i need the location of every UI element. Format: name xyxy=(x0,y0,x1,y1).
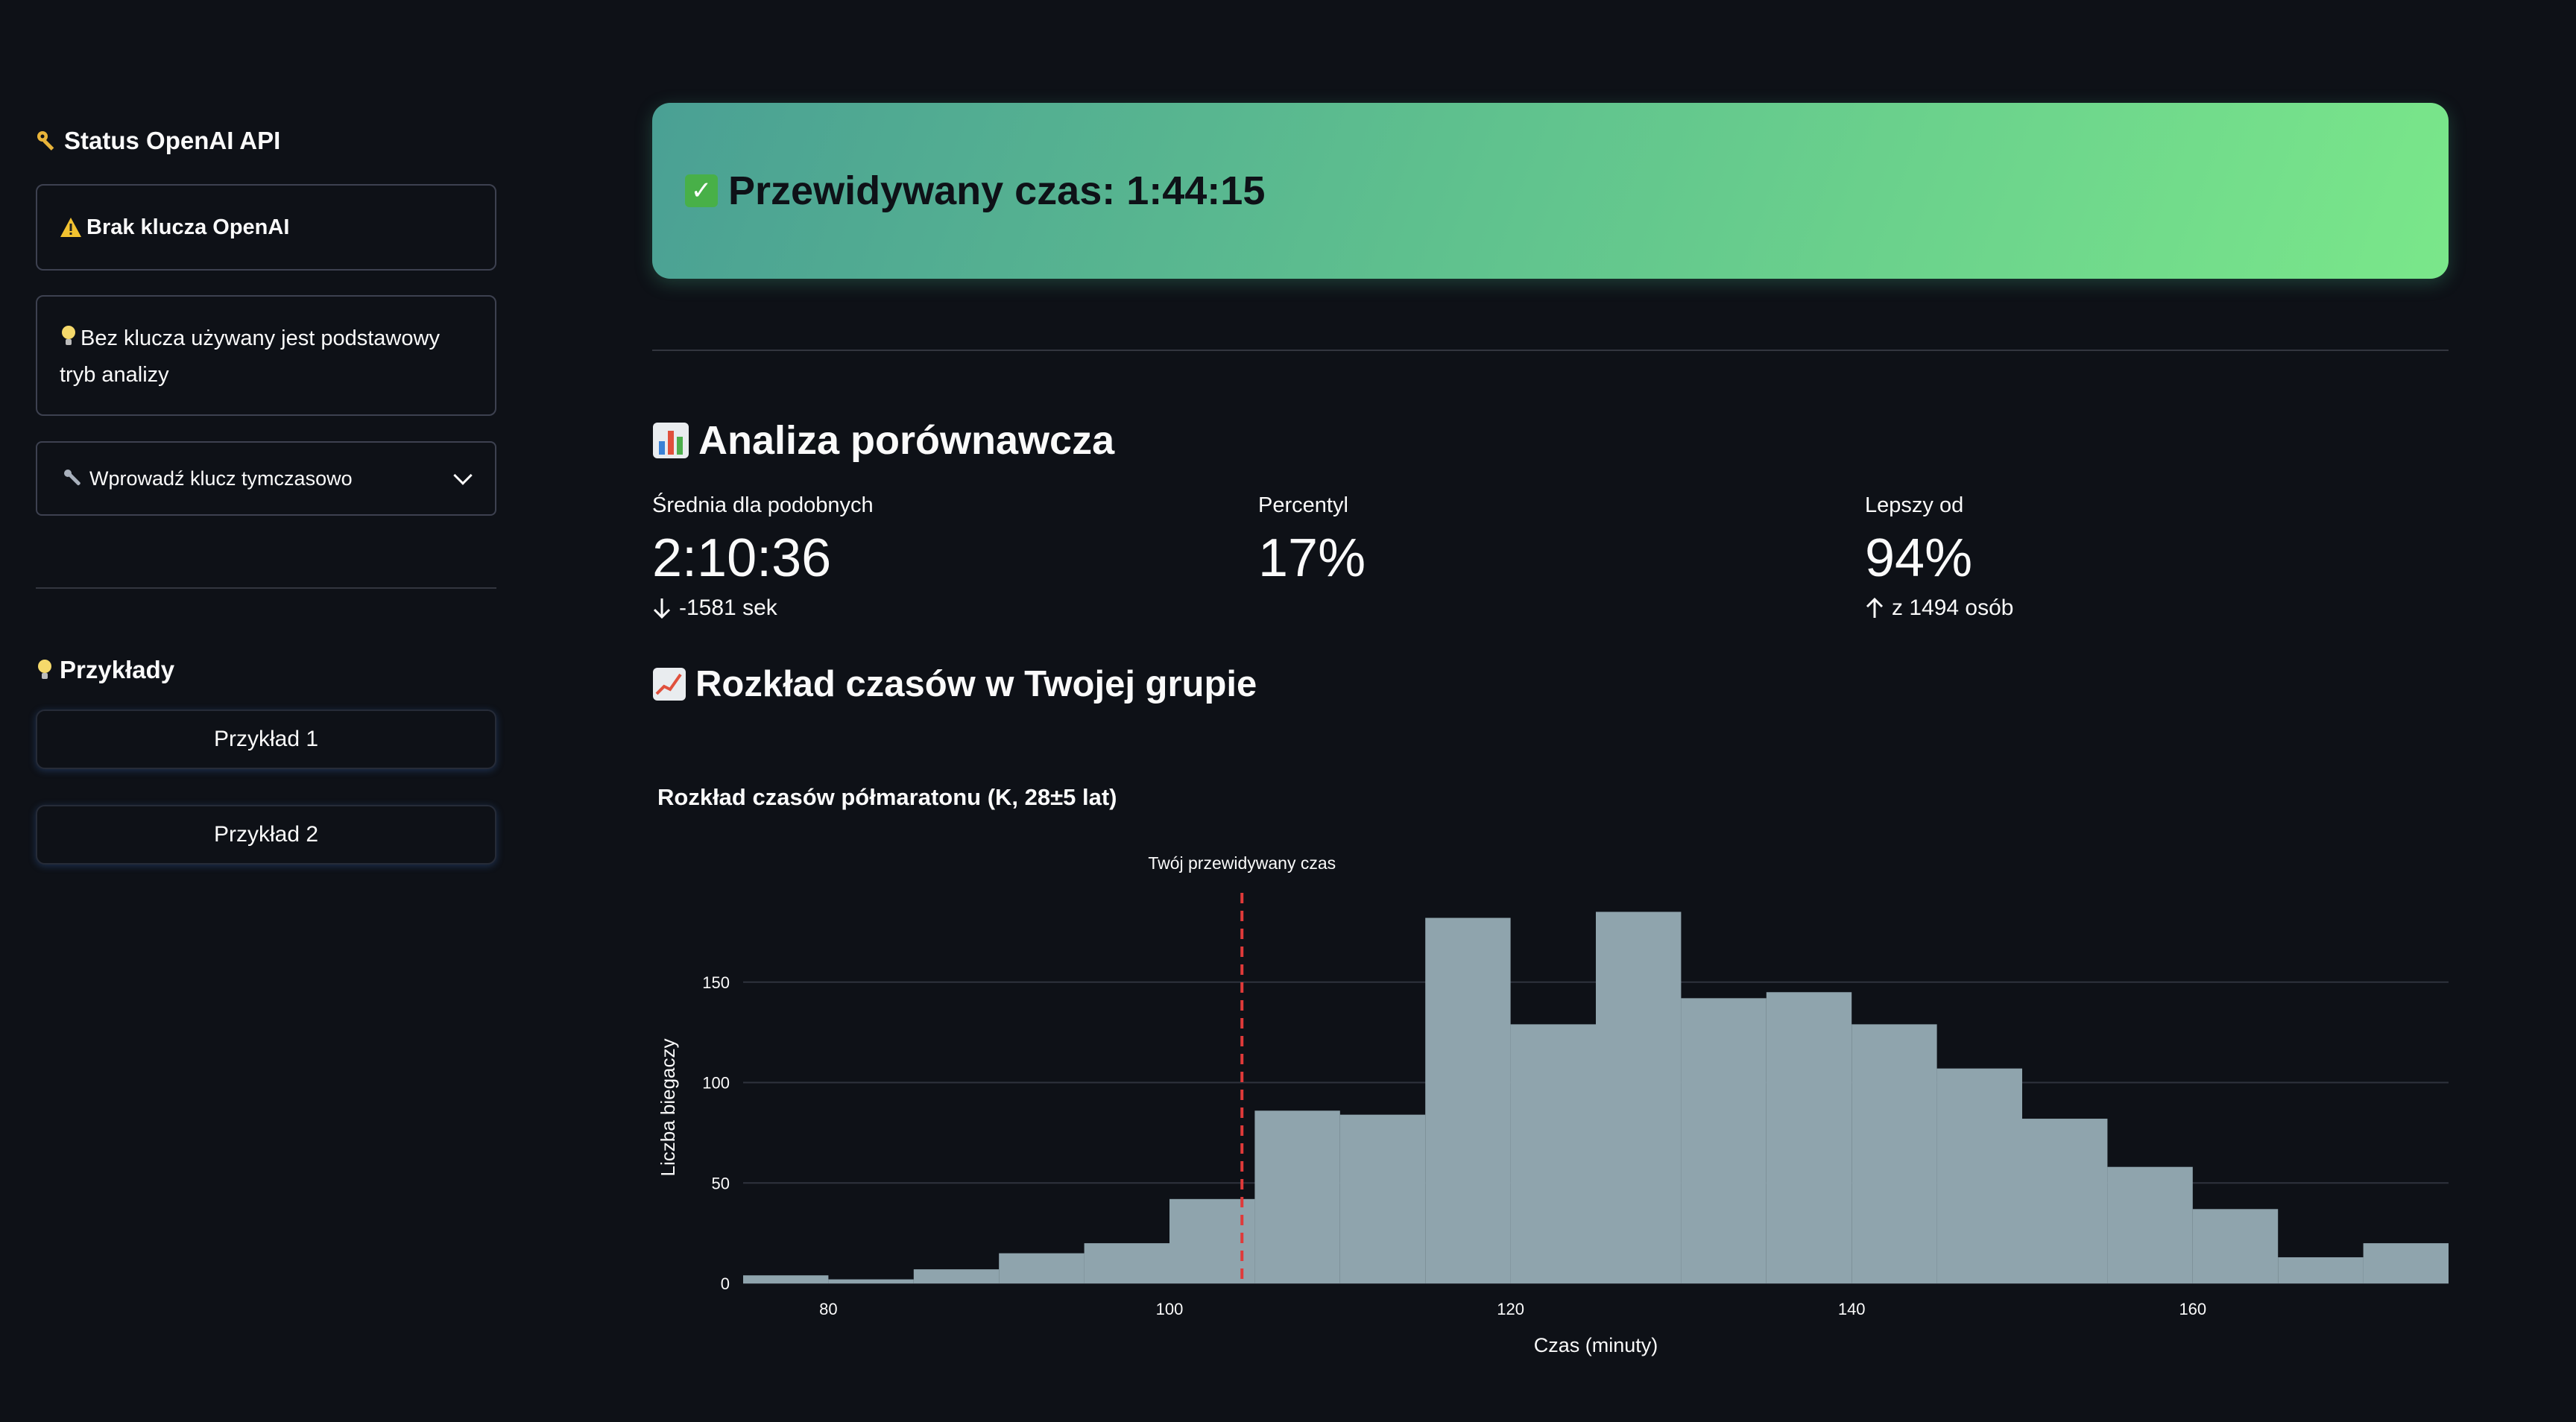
x-tick-label: 140 xyxy=(1838,1300,1866,1318)
warning-icon xyxy=(60,218,81,237)
histogram-bar xyxy=(828,1279,914,1283)
histogram-bar xyxy=(2107,1166,2193,1283)
histogram-bar xyxy=(743,1275,829,1283)
x-tick-label: 120 xyxy=(1497,1300,1524,1318)
distribution-heading-text: Rozkład czasów w Twojej grupie xyxy=(695,664,1257,704)
x-tick-label: 160 xyxy=(2179,1300,2206,1318)
x-tick-label: 80 xyxy=(819,1300,837,1318)
api-key-warning-text: Brak klucza OpenAI xyxy=(86,215,290,239)
sidebar: Status OpenAI API Brak klucza OpenAI Bez… xyxy=(0,0,529,1422)
lightbulb-icon xyxy=(62,326,75,345)
prediction-text: Przewidywany czas: 1:44:15 xyxy=(728,168,1266,213)
api-status-heading: Status OpenAI API xyxy=(36,127,280,155)
y-axis-label: Liczba biegaczy xyxy=(657,1039,679,1177)
x-axis-label: Czas (minuty) xyxy=(1534,1334,1658,1356)
check-mark-icon: ✓ xyxy=(685,174,718,207)
distribution-heading: Rozkład czasów w Twojej grupie xyxy=(652,663,1257,705)
lightbulb-icon xyxy=(38,660,51,679)
y-tick-label: 100 xyxy=(702,1074,730,1093)
metric-value: 94% xyxy=(1865,528,1973,588)
histogram-bar xyxy=(1254,1110,1340,1283)
bar-chart-icon xyxy=(653,423,689,458)
arrow-down-icon xyxy=(653,598,671,619)
examples-heading-text: Przykłady xyxy=(60,656,175,683)
histogram-bar xyxy=(2363,1243,2449,1283)
key-icon xyxy=(37,131,54,151)
histogram-bar xyxy=(999,1253,1085,1283)
temp-key-expander-label: Wprowadź klucz tymczasowo xyxy=(89,467,353,490)
histogram-bar xyxy=(1510,1024,1596,1283)
api-key-warning: Brak klucza OpenAI xyxy=(36,184,496,271)
metric-value: 17% xyxy=(1258,528,1366,588)
histogram-bar xyxy=(1766,992,1852,1283)
metric-value: 2:10:36 xyxy=(652,528,832,588)
metric-label: Percentyl xyxy=(1258,493,1348,517)
histogram-bar xyxy=(1339,1114,1426,1283)
histogram-bar xyxy=(2022,1119,2108,1283)
y-tick-label: 150 xyxy=(702,973,730,992)
metric-delta-text: z 1494 osób xyxy=(1892,595,2014,620)
example-2-button[interactable]: Przykład 2 xyxy=(36,805,496,865)
histogram-bar xyxy=(1084,1243,1169,1283)
prediction-banner: ✓ Przewidywany czas: 1:44:15 xyxy=(652,103,2449,279)
comparison-heading: Analiza porównawcza xyxy=(652,417,1114,464)
metric-average: Średnia dla podobnych 2:10:36 -1581 sek xyxy=(652,493,874,621)
histogram-bar xyxy=(913,1269,1000,1283)
histogram-bar xyxy=(2278,1257,2364,1283)
histogram-bar xyxy=(1852,1024,1937,1283)
comparison-heading-text: Analiza porównawcza xyxy=(698,418,1115,463)
metric-delta: -1581 sek xyxy=(652,595,874,621)
main-divider xyxy=(652,350,2449,351)
metric-delta-text: -1581 sek xyxy=(679,595,777,620)
histogram-bar xyxy=(1681,998,1767,1283)
x-tick-label: 100 xyxy=(1156,1300,1184,1318)
api-key-info: Bez klucza używany jest podstawowy tryb … xyxy=(36,295,496,416)
predicted-time-label: Twój przewidywany czas xyxy=(1148,853,1336,873)
metric-label: Lepszy od xyxy=(1865,493,1964,517)
histogram-bar xyxy=(1596,911,1682,1283)
histogram-chart: Twój przewidywany czas 0 50 100 150 80 100 120… xyxy=(657,853,2449,1356)
temp-key-expander[interactable]: Wprowadź klucz tymczasowo xyxy=(36,441,496,516)
example-1-button[interactable]: Przykład 1 xyxy=(36,710,496,769)
metric-better-than: Lepszy od 94% z 1494 osób xyxy=(1865,493,2013,621)
chart-title: Rozkład czasów półmaratonu (K, 28±5 lat) xyxy=(657,784,1117,810)
histogram-bar xyxy=(2192,1209,2279,1283)
arrow-up-icon xyxy=(1866,597,1884,618)
metric-percentile: Percentyl 17% xyxy=(1258,493,1366,588)
wrench-icon xyxy=(64,470,80,486)
metric-label: Średnia dla podobnych xyxy=(652,493,874,517)
sidebar-divider xyxy=(36,587,496,589)
y-tick-label: 0 xyxy=(721,1274,730,1293)
y-tick-label: 50 xyxy=(712,1174,730,1192)
api-key-info-text: Bez klucza używany jest podstawowy tryb … xyxy=(60,326,440,387)
chevron-down-icon xyxy=(453,466,473,485)
trend-chart-icon xyxy=(653,668,686,701)
histogram-bar xyxy=(1425,917,1511,1283)
api-status-heading-text: Status OpenAI API xyxy=(64,127,281,154)
histogram-bar xyxy=(1936,1068,2022,1283)
metric-delta: z 1494 osób xyxy=(1865,595,2013,621)
examples-heading: Przykłady xyxy=(36,656,174,684)
